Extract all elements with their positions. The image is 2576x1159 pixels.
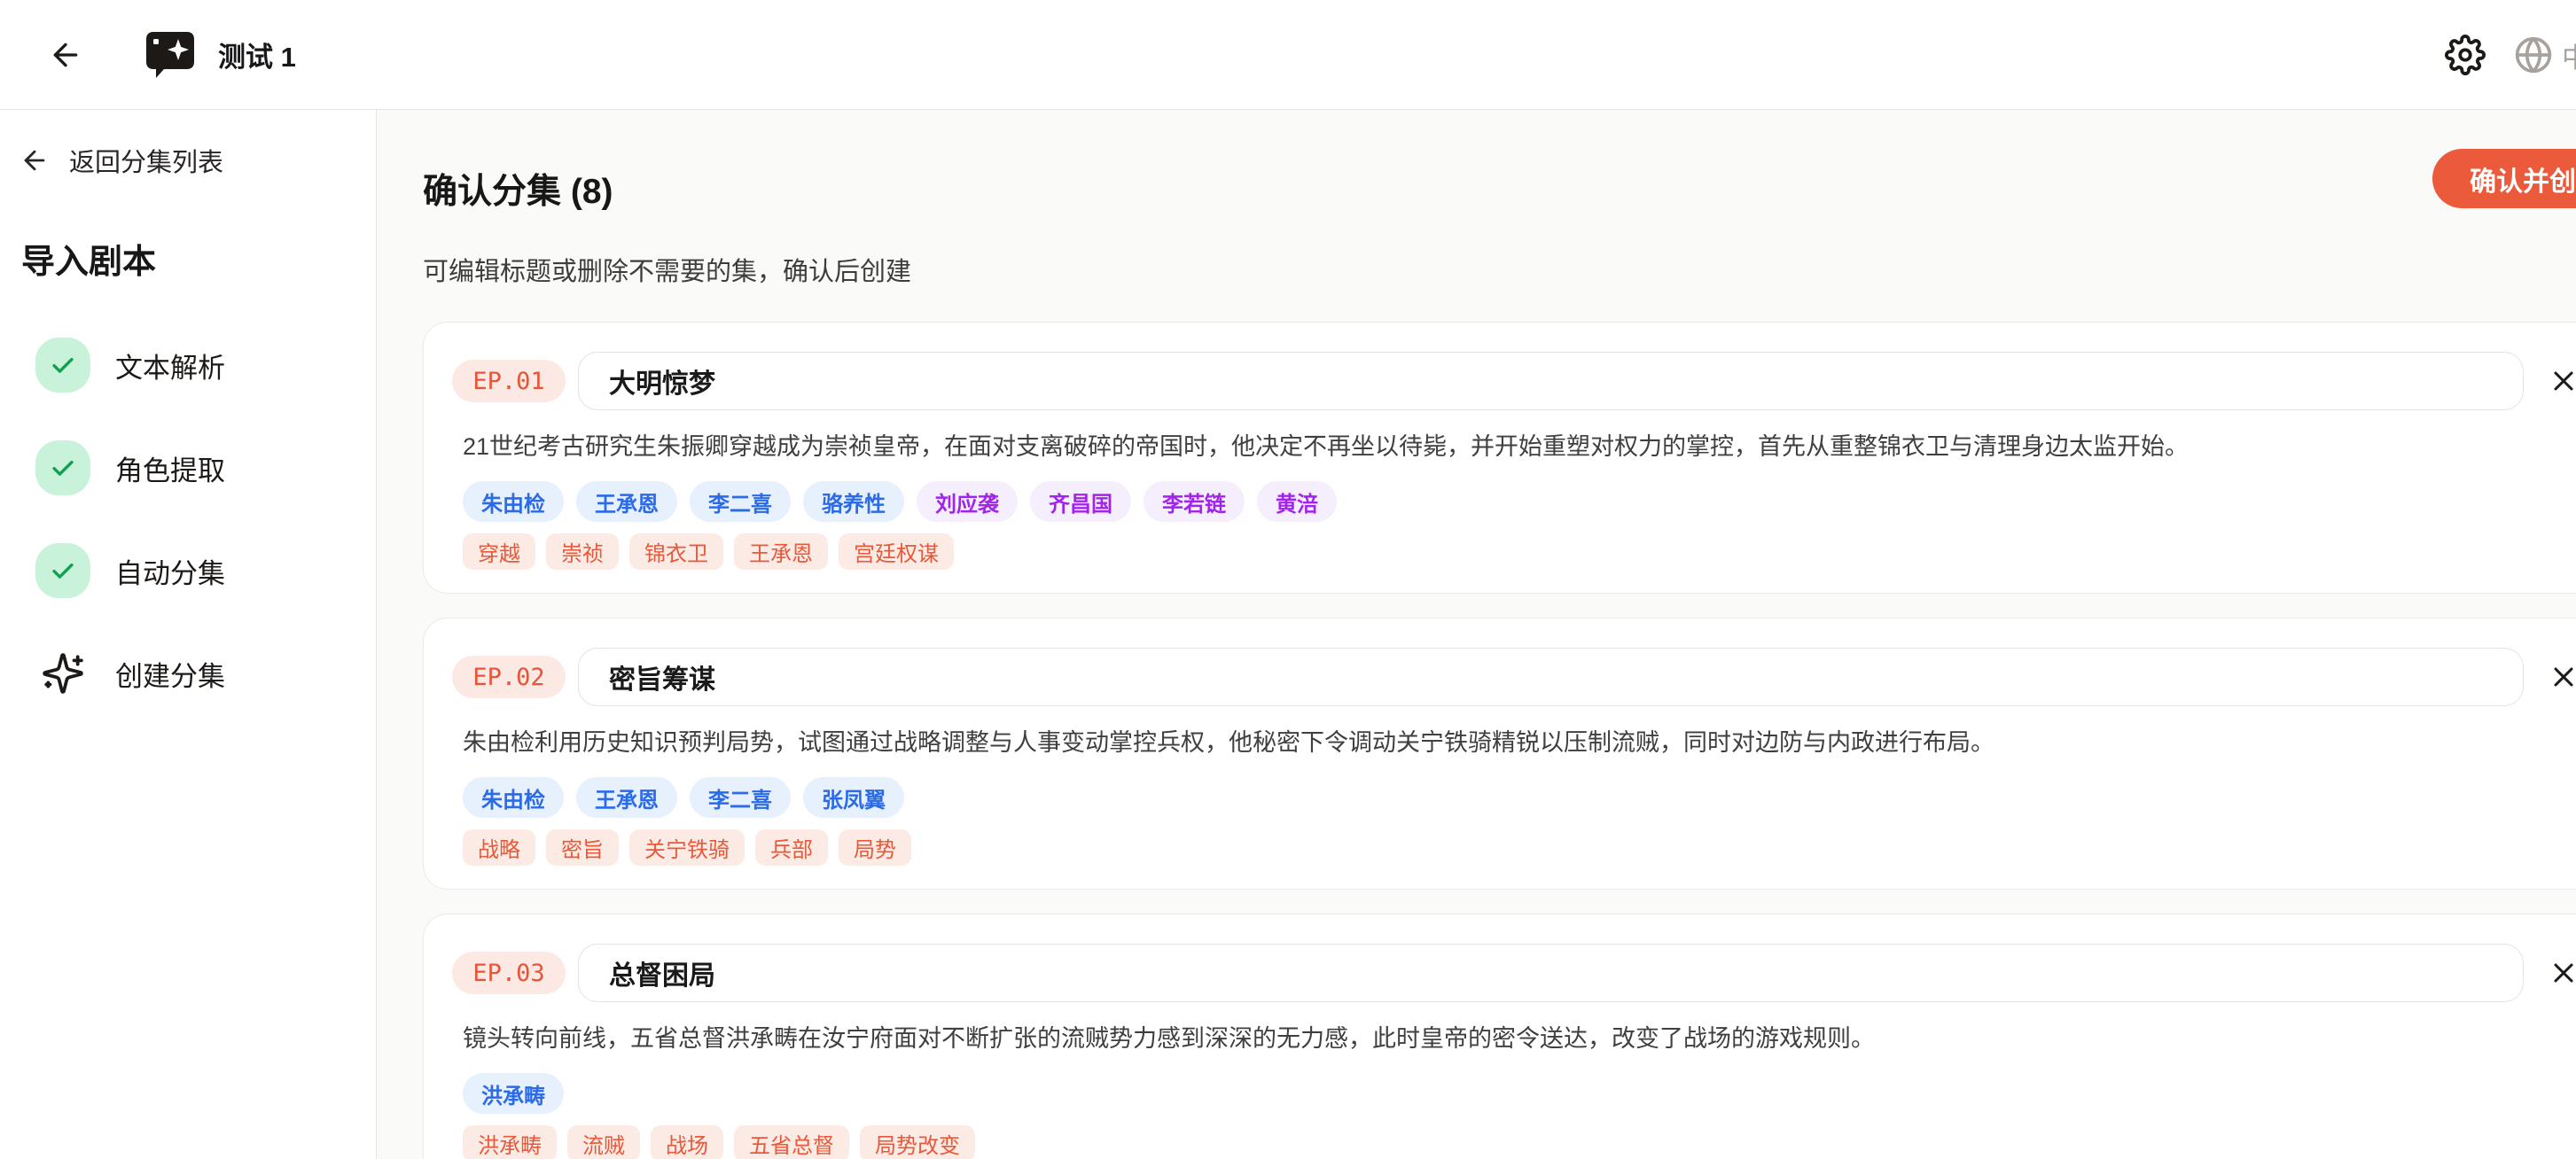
globe-icon [2514, 35, 2553, 74]
episode-description: 21世纪考古研究生朱振卿穿越成为崇祯皇帝，在面对支离破碎的帝国时，他决定不再坐以… [463, 430, 2576, 463]
confirm-create-button[interactable]: 确认并创建 [2432, 149, 2576, 208]
topic-tag: 流贼 [567, 1125, 640, 1159]
episode-description: 镜头转向前线，五省总督洪承畴在汝宁府面对不断扩张的流贼势力感到深深的无力感，此时… [463, 1022, 2576, 1055]
topic-tags: 战略密旨关宁铁骑兵部局势 [463, 829, 2576, 866]
character-tags: 洪承畴 [463, 1073, 2576, 1114]
step-label: 创建分集 [115, 654, 225, 694]
episode-card: EP.02 朱由检利用历史知识预判局势，试图通过战略调整与人事变动掌控兵权，他秘… [423, 618, 2576, 890]
episode-card: EP.01 21世纪考古研究生朱振卿穿越成为崇祯皇帝，在面对支离破碎的帝国时，他… [423, 322, 2576, 594]
topic-tag: 局势改变 [860, 1125, 975, 1159]
topic-tag: 锦衣卫 [629, 533, 723, 570]
topic-tag: 五省总督 [734, 1125, 849, 1159]
episode-badge: EP.01 [452, 360, 566, 402]
app-window: 测试 1 中 返回分集列表 导入剧本 文本解析 [0, 0, 2576, 1159]
close-icon[interactable] [2546, 363, 2576, 399]
top-bar: 测试 1 中 [0, 0, 2576, 110]
language-label: 中 [2562, 35, 2576, 75]
sidebar: 返回分集列表 导入剧本 文本解析 角色提取 自动分集 创建分集 [0, 110, 377, 1159]
topic-tag: 关宁铁骑 [629, 829, 745, 866]
language-switcher[interactable]: 中 [2514, 35, 2576, 75]
topic-tags: 洪承畴流贼战场五省总督局势改变 [463, 1125, 2576, 1159]
section-subtitle: 可编辑标题或删除不需要的集，确认后创建 [423, 251, 2576, 288]
topic-tag: 局势 [839, 829, 911, 866]
main-content: 确认分集 (8) 可编辑标题或删除不需要的集，确认后创建 确认并创建 EP.01… [377, 110, 2576, 1159]
check-circle-icon [35, 338, 90, 393]
arrow-left-icon [20, 145, 50, 175]
wizard-steps: 文本解析 角色提取 自动分集 创建分集 [35, 338, 358, 701]
step-label: 角色提取 [115, 448, 225, 488]
topic-tag: 兵部 [755, 829, 828, 866]
character-tag: 李二喜 [690, 481, 791, 522]
episode-list: EP.01 21世纪考古研究生朱振卿穿越成为崇祯皇帝，在面对支离破碎的帝国时，他… [423, 322, 2576, 1159]
character-tag: 朱由检 [463, 777, 564, 818]
character-tag: 张凤翼 [803, 777, 904, 818]
section-title: 确认分集 (8) [423, 164, 2576, 214]
back-icon[interactable] [43, 32, 89, 78]
back-to-episode-list-link[interactable]: 返回分集列表 [20, 142, 223, 179]
check-circle-icon [35, 440, 90, 495]
page-title: 测试 1 [218, 35, 296, 74]
topic-tag: 宫廷权谋 [839, 533, 954, 570]
gear-icon[interactable] [2445, 35, 2486, 75]
topic-tag: 战场 [651, 1125, 723, 1159]
topic-tag: 穿越 [463, 533, 535, 570]
back-link-label: 返回分集列表 [69, 142, 223, 179]
character-tag: 骆养性 [803, 481, 904, 522]
episode-badge: EP.02 [452, 656, 566, 698]
topbar-actions: 中 [2445, 0, 2576, 110]
episode-title-input[interactable] [578, 944, 2524, 1002]
close-icon[interactable] [2546, 659, 2576, 695]
episode-badge: EP.03 [452, 952, 566, 994]
topic-tag: 战略 [463, 829, 535, 866]
character-tag: 黄涪 [1257, 481, 1337, 522]
character-tag: 齐昌国 [1030, 481, 1131, 522]
topic-tag: 崇祯 [546, 533, 619, 570]
character-tag: 洪承畴 [463, 1073, 564, 1114]
check-circle-icon [35, 543, 90, 598]
character-tags: 朱由检王承恩李二喜骆养性刘应袭齐昌国李若链黄涪 [463, 481, 2576, 522]
wizard-step: 文本解析 [35, 338, 358, 393]
chat-bubble-logo-icon [144, 30, 197, 80]
close-icon[interactable] [2546, 955, 2576, 991]
topic-tag: 洪承畴 [463, 1125, 557, 1159]
episode-card: EP.03 镜头转向前线，五省总督洪承畴在汝宁府面对不断扩张的流贼势力感到深深的… [423, 914, 2576, 1159]
wizard-step: 自动分集 [35, 543, 358, 598]
topic-tags: 穿越崇祯锦衣卫王承恩宫廷权谋 [463, 533, 2576, 570]
character-tag: 王承恩 [576, 481, 677, 522]
character-tag: 朱由检 [463, 481, 564, 522]
episode-title-input[interactable] [578, 352, 2524, 410]
character-tag: 刘应袭 [917, 481, 1018, 522]
character-tags: 朱由检王承恩李二喜张凤翼 [463, 777, 2576, 818]
episode-title-input[interactable] [578, 648, 2524, 706]
wizard-step: 创建分集 [35, 646, 358, 701]
character-tag: 王承恩 [576, 777, 677, 818]
sidebar-heading: 导入剧本 [21, 234, 358, 283]
step-label: 文本解析 [115, 346, 225, 385]
character-tag: 李二喜 [690, 777, 791, 818]
step-label: 自动分集 [115, 551, 225, 591]
episode-description: 朱由检利用历史知识预判局势，试图通过战略调整与人事变动掌控兵权，他秘密下令调动关… [463, 726, 2576, 759]
character-tag: 李若链 [1144, 481, 1245, 522]
sparkles-icon [35, 646, 90, 701]
topic-tag: 王承恩 [734, 533, 828, 570]
topic-tag: 密旨 [546, 829, 619, 866]
wizard-step: 角色提取 [35, 440, 358, 495]
